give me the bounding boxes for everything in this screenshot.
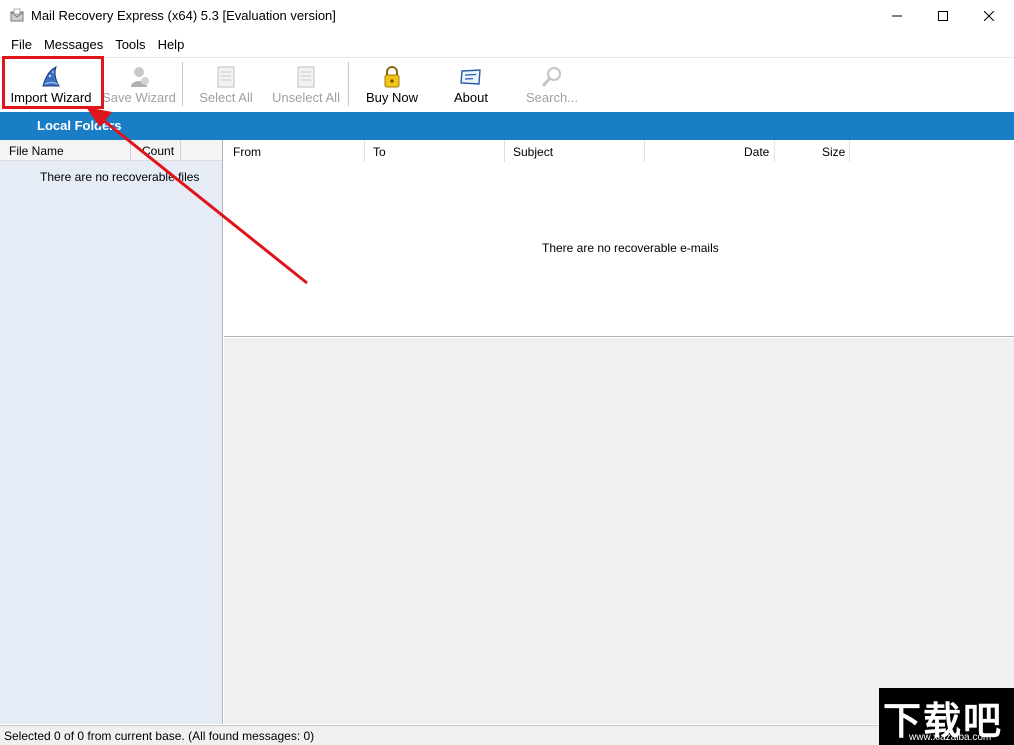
maximize-icon: [938, 11, 948, 21]
close-button[interactable]: [966, 0, 1012, 32]
search-button[interactable]: Search...: [520, 58, 584, 112]
messages-list[interactable]: From To Subject Date Size There are no r…: [224, 140, 1014, 337]
column-divider[interactable]: [644, 140, 645, 162]
column-count[interactable]: Count: [142, 144, 174, 158]
local-folders-header-bar: Local Folders: [0, 112, 1014, 140]
save-wizard-label: Save Wizard: [102, 90, 176, 105]
about-label: About: [454, 90, 488, 105]
unselect-all-label: Unselect All: [272, 90, 340, 105]
select-all-label: Select All: [199, 90, 253, 105]
messages-column-header: From To Subject Date Size: [224, 140, 1014, 163]
local-folders-title: Local Folders: [37, 118, 122, 133]
folders-pane[interactable]: File Name Count There are no recoverable…: [0, 140, 223, 724]
column-divider[interactable]: [774, 140, 775, 162]
folders-column-header: File Name Count: [0, 140, 222, 161]
menu-help[interactable]: Help: [158, 32, 185, 56]
unselect-all-icon: [297, 66, 315, 88]
column-file-name[interactable]: File Name: [9, 144, 64, 158]
search-label: Search...: [525, 90, 579, 105]
column-divider[interactable]: [849, 140, 850, 162]
unselect-all-button[interactable]: Unselect All: [266, 58, 346, 112]
window-title: Mail Recovery Express (x64) 5.3 [Evaluat…: [31, 8, 336, 23]
column-subject[interactable]: Subject: [513, 145, 553, 159]
search-icon: [541, 67, 561, 87]
minimize-button[interactable]: [874, 0, 920, 32]
select-all-icon: [217, 66, 235, 88]
column-divider[interactable]: [180, 140, 181, 160]
no-emails-message: There are no recoverable e-mails: [542, 241, 719, 255]
about-card-icon: [460, 69, 481, 85]
minimize-icon: [892, 15, 902, 17]
column-divider[interactable]: [130, 140, 131, 160]
site-watermark-logo: 下载吧 www.xiazaiba.com: [879, 688, 1014, 745]
menu-file[interactable]: File: [11, 32, 32, 56]
column-from[interactable]: From: [233, 145, 261, 159]
save-wizard-icon: [131, 67, 149, 87]
menu-messages[interactable]: Messages: [44, 32, 103, 56]
status-bar: Selected 0 of 0 from current base. (All …: [0, 725, 1014, 745]
buy-now-label: Buy Now: [365, 90, 419, 105]
maximize-button[interactable]: [920, 0, 966, 32]
column-divider[interactable]: [504, 140, 505, 162]
column-divider[interactable]: [364, 140, 365, 162]
close-icon: [984, 11, 994, 21]
column-size[interactable]: Size: [822, 145, 845, 159]
select-all-button[interactable]: Select All: [192, 58, 260, 112]
toolbar-separator: [182, 62, 183, 106]
column-to[interactable]: To: [373, 145, 386, 159]
message-preview-pane[interactable]: [224, 338, 1014, 724]
menu-bar: File Messages Tools Help: [0, 32, 1014, 56]
save-wizard-button[interactable]: Save Wizard: [100, 58, 178, 112]
import-wizard-highlight-box: [2, 56, 104, 109]
lock-icon: [384, 66, 400, 88]
status-text: Selected 0 of 0 from current base. (All …: [4, 729, 315, 743]
no-files-message: There are no recoverable files: [40, 170, 200, 184]
envelope-app-icon: [10, 8, 24, 22]
watermark-url-text: www.xiazaiba.com: [909, 732, 992, 743]
buy-now-button[interactable]: Buy Now: [358, 58, 426, 112]
menu-tools[interactable]: Tools: [115, 32, 145, 56]
toolbar-separator: [348, 62, 349, 106]
title-bar: Mail Recovery Express (x64) 5.3 [Evaluat…: [0, 0, 1014, 32]
column-date[interactable]: Date: [744, 145, 769, 159]
toolbar: Import Wizard Save Wizard Select All Uns…: [0, 57, 1014, 111]
about-button[interactable]: About: [440, 58, 502, 112]
